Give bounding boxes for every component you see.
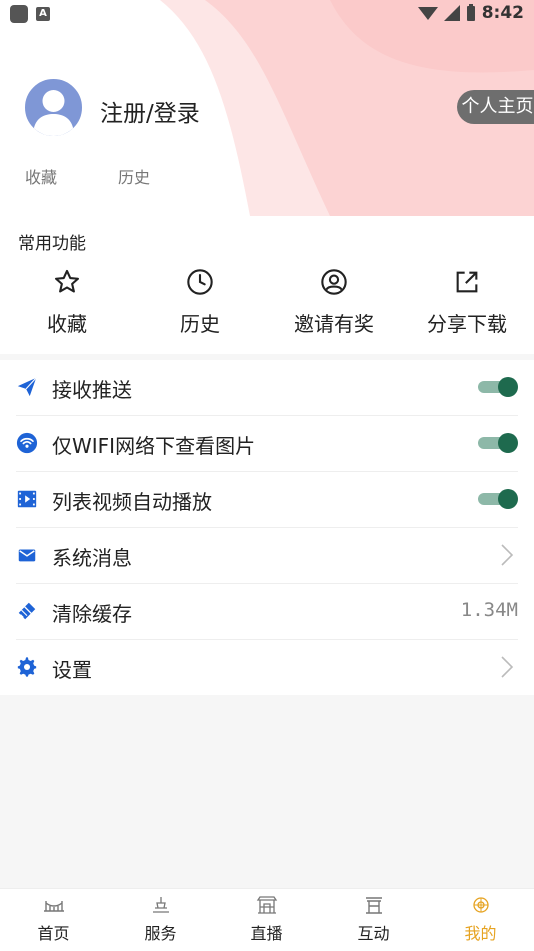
- personal-homepage-button[interactable]: 个人主页: [457, 90, 534, 124]
- func-invite[interactable]: 邀请有奖: [267, 268, 401, 337]
- settings-list: 接收推送 仅WIFI网络下查看图片 列表视频自动播放 系统消息 清除缓存 1.3…: [0, 360, 534, 695]
- func-history[interactable]: 历史: [133, 268, 267, 337]
- live-icon: [256, 896, 277, 914]
- send-icon: [17, 377, 37, 397]
- clear-cache-row[interactable]: 清除缓存 1.34M: [16, 584, 518, 640]
- tab-interact-label: 互动: [357, 924, 390, 943]
- share-icon: [456, 271, 478, 293]
- tab-mine[interactable]: 我的: [427, 895, 534, 944]
- notification-icon: [10, 5, 28, 23]
- service-icon: [152, 897, 169, 913]
- tab-live[interactable]: 直播: [213, 895, 320, 944]
- chevron-right-icon: [501, 656, 514, 678]
- profile-header: A 8:42 注册/登录 个人主页 收藏 历史: [0, 0, 534, 216]
- login-register-link[interactable]: 注册/登录: [100, 94, 200, 128]
- app-notification-icon: A: [36, 7, 50, 21]
- user-circle-icon: [321, 269, 347, 295]
- push-label: 接收推送: [52, 378, 132, 402]
- tab-interact[interactable]: 互动: [320, 895, 427, 944]
- func-favorites[interactable]: 收藏: [0, 268, 134, 337]
- interact-icon: [365, 897, 382, 914]
- tab-live-label: 直播: [250, 924, 283, 943]
- clear-cache-label: 清除缓存: [52, 602, 132, 626]
- gear-icon: [17, 657, 37, 677]
- battery-icon: [466, 4, 475, 21]
- chevron-right-icon: [501, 544, 514, 566]
- status-time: 8:42: [481, 3, 524, 23]
- autoplay-label: 列表视频自动播放: [52, 490, 212, 514]
- func-favorites-label: 收藏: [47, 312, 87, 336]
- autoplay-row[interactable]: 列表视频自动播放: [16, 472, 518, 528]
- push-toggle[interactable]: [478, 377, 518, 397]
- push-row[interactable]: 接收推送: [16, 360, 518, 416]
- func-invite-label: 邀请有奖: [294, 312, 374, 336]
- user-silhouette-icon: [33, 90, 74, 136]
- clock-icon: [187, 269, 213, 295]
- wifi-signal-icon: [417, 7, 438, 20]
- common-functions-title: 常用功能: [18, 234, 86, 254]
- mine-icon: [472, 897, 489, 913]
- cell-signal-icon: [443, 5, 460, 21]
- common-functions-card: 常用功能 收藏 历史 邀请有奖 分享下载: [0, 216, 534, 354]
- messages-row[interactable]: 系统消息: [16, 528, 518, 584]
- autoplay-toggle[interactable]: [478, 489, 518, 509]
- header-history-link[interactable]: 历史: [118, 164, 150, 188]
- func-share[interactable]: 分享下载: [400, 268, 534, 337]
- status-bar: A 8:42: [0, 0, 534, 28]
- tab-home[interactable]: 首页: [0, 895, 107, 944]
- broom-icon: [18, 602, 36, 620]
- cache-size: 1.34M: [460, 599, 518, 621]
- tab-service[interactable]: 服务: [107, 895, 214, 944]
- bottom-tab-bar: 首页 服务 直播 互动 我的: [0, 888, 534, 951]
- star-icon: [54, 269, 80, 293]
- avatar[interactable]: [23, 77, 84, 138]
- wifi-images-row[interactable]: 仅WIFI网络下查看图片: [16, 416, 518, 472]
- tab-service-label: 服务: [144, 924, 177, 943]
- wifi-images-label: 仅WIFI网络下查看图片: [52, 434, 256, 458]
- tab-home-label: 首页: [37, 924, 70, 943]
- home-bridge-icon: [43, 901, 64, 912]
- tab-mine-label: 我的: [464, 924, 497, 943]
- wifi-images-toggle[interactable]: [478, 433, 518, 453]
- video-icon: [17, 490, 37, 508]
- settings-label: 设置: [52, 658, 92, 682]
- wifi-icon: [16, 432, 38, 454]
- messages-label: 系统消息: [52, 546, 132, 570]
- settings-row[interactable]: 设置: [16, 640, 518, 695]
- func-history-label: 历史: [180, 312, 220, 336]
- func-share-label: 分享下载: [427, 312, 507, 336]
- mail-icon: [18, 549, 36, 562]
- header-favorites-link[interactable]: 收藏: [25, 164, 57, 188]
